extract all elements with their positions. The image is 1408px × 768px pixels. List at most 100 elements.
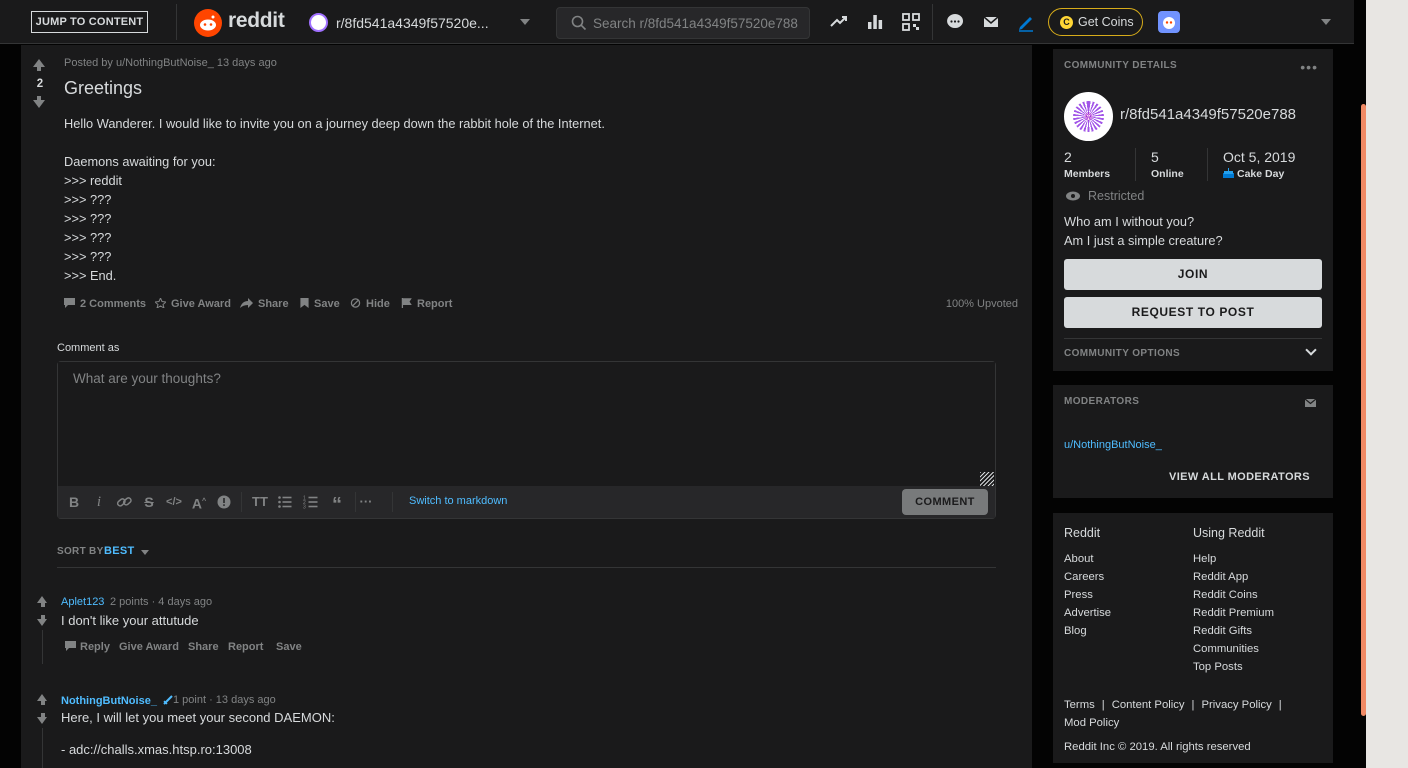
comment-author[interactable]: Aplet123 [61,596,104,608]
post-meta[interactable]: Posted by u/NothingButNoise_ 13 days ago [64,57,277,69]
post-body-line: Hello Wanderer. I would like to invite y… [64,116,605,131]
post-body-line: >>> ??? [64,230,112,245]
give-award-button[interactable]: Give Award [155,298,231,310]
community-details-card: COMMUNITY DETAILS ••• r/8fd541a4349f5752… [1053,49,1333,371]
cake-day-date: Oct 5, 2019 [1223,149,1296,165]
post-card: 2 Posted by u/NothingButNoise_ 13 days a… [21,45,1032,768]
report-button[interactable]: Report [228,641,263,653]
footer-link[interactable]: About [1064,550,1111,568]
post-body: Hello Wanderer. I would like to invite y… [64,114,605,285]
resize-handle[interactable] [980,472,994,486]
legal-link[interactable]: Privacy Policy [1201,699,1271,711]
report-button[interactable]: Report [401,298,452,310]
legal-link[interactable]: Content Policy [1112,699,1185,711]
request-to-post-button[interactable]: REQUEST TO POST [1064,297,1322,328]
community-avatar [1064,92,1113,141]
get-coins-button[interactable]: C Get Coins [1048,8,1143,36]
comment-textarea[interactable] [58,362,995,486]
coin-icon: C [1060,16,1073,29]
more-icon[interactable]: ··· [358,494,374,510]
pencil-icon[interactable] [1015,11,1037,33]
code-icon[interactable]: </> [166,494,182,510]
footer-link[interactable]: Reddit Coins [1193,586,1274,604]
jump-to-content-button[interactable]: JUMP TO CONTENT [31,11,148,33]
thread-line[interactable] [42,630,43,664]
comment-points: 2 points · 4 days ago [110,596,213,608]
community-switcher-label: r/8fd541a4349f57520e... [336,15,489,31]
reply-label: Reply [80,641,110,653]
cake-day-stat: Oct 5, 2019 Cake Day [1223,149,1295,180]
footer-using-reddit-links: Help Reddit App Reddit Coins Reddit Prem… [1193,550,1274,676]
post-body-line: >>> ??? [64,192,112,207]
save-button[interactable]: Save [300,298,340,310]
save-button[interactable]: Save [276,641,302,653]
members-count: 2 [1064,149,1072,165]
copyright: Reddit Inc © 2019. All rights reserved [1064,741,1251,753]
comments-button[interactable]: 2 Comments [64,298,146,310]
comment-submit-button[interactable]: COMMENT [902,489,988,515]
message-mods-icon[interactable] [1305,399,1316,407]
reply-button[interactable]: Reply [65,641,110,653]
community-switcher[interactable]: r/8fd541a4349f57520e... [300,4,540,40]
qr-code-icon[interactable] [900,11,922,33]
moderator-link[interactable]: u/NothingButNoise_ [1064,439,1162,451]
legal-link[interactable]: Mod Policy [1064,717,1119,729]
stats-icon[interactable] [864,11,886,33]
footer-link[interactable]: Reddit Gifts [1193,622,1274,640]
report-label: Report [417,298,453,310]
share-button[interactable]: Share [188,641,219,653]
chat-icon[interactable] [944,11,966,33]
footer-link[interactable]: Careers [1064,568,1111,586]
hide-icon [350,298,361,308]
footer-link[interactable]: Communities [1193,640,1274,658]
share-button[interactable]: Share [240,298,289,310]
spoiler-icon[interactable] [216,494,232,510]
search-input[interactable] [593,14,803,32]
mail-icon[interactable] [980,11,1002,33]
moderators-card: MODERATORS u/NothingButNoise_ VIEW ALL M… [1053,385,1333,498]
give-award-button[interactable]: Give Award [119,641,179,653]
chevron-down-icon[interactable] [1321,19,1331,25]
quote-icon[interactable]: “ [329,494,345,516]
footer-link[interactable]: Press [1064,586,1111,604]
comment-editor: B i S </> A^ TT 123 “ ··· Switch to mark… [57,361,996,519]
bold-icon[interactable]: B [66,494,82,510]
superscript-icon[interactable]: A^ [191,494,207,512]
footer-link[interactable]: Blog [1064,622,1111,640]
avatar-icon[interactable] [1158,11,1180,33]
link-icon[interactable] [116,494,132,510]
join-button[interactable]: JOIN [1064,259,1322,290]
legal-link[interactable]: Terms [1064,699,1095,711]
footer-link[interactable]: Advertise [1064,604,1111,622]
search-bar[interactable] [556,7,810,39]
popular-icon[interactable] [828,11,850,33]
hide-button[interactable]: Hide [350,298,390,310]
bulleted-list-icon[interactable] [277,494,293,510]
divider [932,4,933,40]
strikethrough-icon[interactable]: S [141,494,157,510]
thread-line[interactable] [42,728,43,768]
comment-author-name: NothingButNoise_ [61,695,157,707]
toolbar-divider [241,492,242,512]
switch-to-markdown-link[interactable]: Switch to markdown [409,495,507,507]
footer-link[interactable]: Reddit App [1193,568,1274,586]
footer-link[interactable]: Reddit Premium [1193,604,1274,622]
flag-icon [401,298,412,308]
comment-text: I don't like your attutude [61,613,199,628]
numbered-list-icon[interactable]: 123 [303,494,319,510]
chevron-down-icon [1305,344,1317,356]
italic-icon[interactable]: i [91,494,107,510]
view-all-moderators-button[interactable]: VIEW ALL MODERATORS [1169,471,1310,483]
heading-icon[interactable]: TT [252,494,268,510]
more-options-icon[interactable]: ••• [1300,59,1318,75]
comment-icon [65,641,76,651]
footer-link[interactable]: Help [1193,550,1274,568]
chevron-down-icon [141,550,149,555]
scrollbar[interactable] [1354,0,1366,768]
comment-text-line: - adc://challs.xmas.htsp.ro:13008 [61,742,252,757]
community-name[interactable]: r/8fd541a4349f57520e788 [1120,106,1296,123]
cake-day-label: Cake Day [1237,168,1285,180]
footer-link[interactable]: Top Posts [1193,658,1274,676]
comment-author[interactable]: NothingButNoise_ [61,694,174,707]
eye-icon [1066,191,1080,201]
